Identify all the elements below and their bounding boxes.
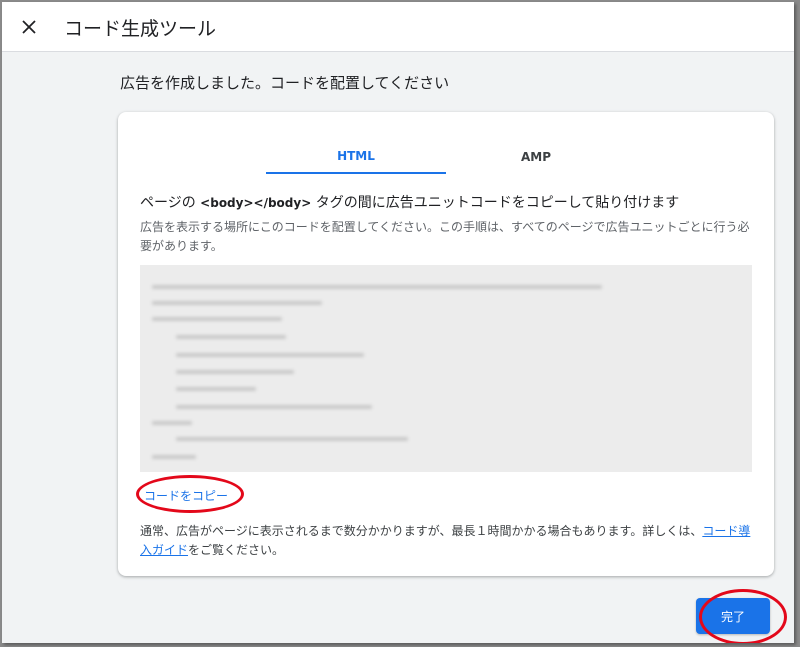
footer-note: 通常、広告がページに表示されるまで数分かかりますが、最長１時間かかる場合もありま…: [140, 522, 760, 560]
code-line: [176, 370, 294, 374]
code-line: [152, 455, 196, 459]
code-line: [152, 285, 602, 289]
code-line: [176, 405, 372, 409]
instruction-title-suffix: タグの間に広告ユニットコードをコピーして貼り付けます: [311, 195, 680, 211]
tab-amp[interactable]: AMP: [446, 140, 626, 174]
code-line: [176, 353, 364, 357]
code-line: [176, 335, 286, 339]
code-snippet-box[interactable]: [140, 265, 752, 472]
code-line: [152, 421, 192, 425]
code-card: HTML AMP ページの <body></body> タグの間に広告ユニットコ…: [118, 112, 774, 576]
dialog-window: コード生成ツール 広告を作成しました。コードを配置してください HTML AMP…: [2, 2, 794, 643]
close-icon: [22, 20, 36, 34]
instruction-title: ページの <body></body> タグの間に広告ユニットコードをコピーして貼…: [140, 192, 760, 212]
code-line: [176, 387, 256, 391]
dialog-title: コード生成ツール: [64, 18, 217, 40]
done-button[interactable]: 完了: [696, 598, 770, 634]
close-button[interactable]: [14, 12, 44, 42]
copy-code-link[interactable]: コードをコピー: [144, 487, 228, 504]
code-line: [152, 317, 282, 321]
code-line: [152, 301, 322, 305]
footer-note-text: 通常、広告がページに表示されるまで数分かかりますが、最長１時間かかる場合もありま…: [140, 524, 703, 538]
tab-html[interactable]: HTML: [266, 140, 446, 174]
tab-bar: HTML AMP: [264, 140, 636, 176]
instruction-title-prefix: ページの: [140, 195, 201, 211]
dialog-header: コード生成ツール: [2, 2, 794, 52]
instruction-description: 広告を表示する場所にこのコードを配置してください。この手順は、すべてのページで広…: [140, 220, 750, 253]
page-heading: 広告を作成しました。コードを配置してください: [120, 74, 450, 92]
code-line: [176, 437, 408, 441]
body-tag-text: <body></body>: [200, 196, 312, 210]
footer-note-suffix: をご覧ください。: [188, 543, 285, 557]
